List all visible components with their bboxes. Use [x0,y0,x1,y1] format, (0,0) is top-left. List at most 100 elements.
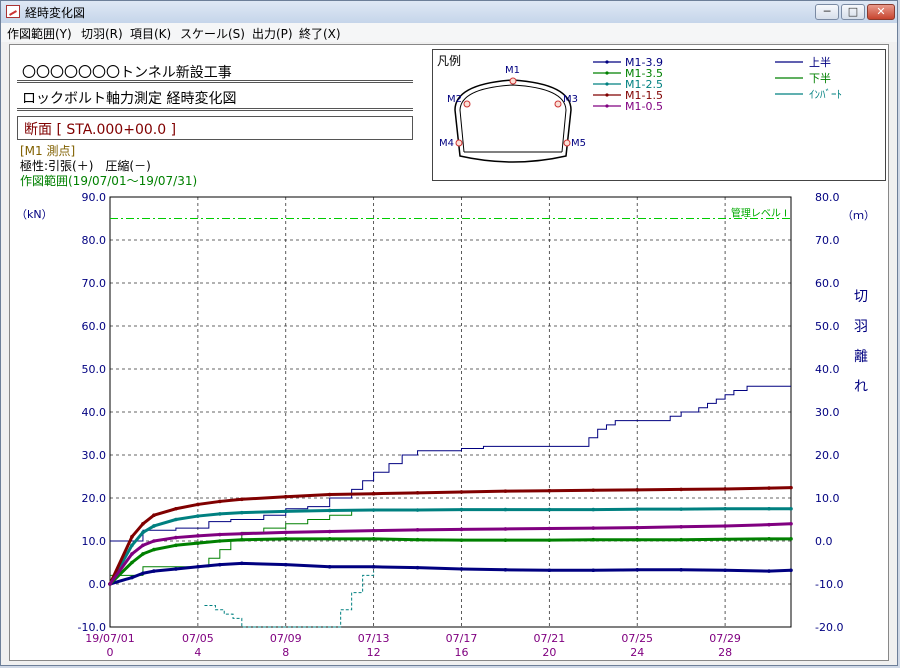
series-line-M1-3.9 [109,561,792,586]
x-tick-day-label: 16 [454,646,468,659]
data-point-M1-3.5 [283,537,288,541]
x-tick-label: 19/07/01 [85,632,134,645]
y2-axis-label-char: 切 [854,289,868,305]
x-tick-day-label: 4 [194,646,201,659]
y-tick-label: 0.0 [89,578,107,591]
data-point-M1-3.5 [218,539,222,543]
data-point-M1-3.5 [459,538,464,542]
y2-tick-label: 40.0 [815,363,840,376]
x-tick-label: 07/13 [358,632,390,645]
data-point-M1-3.9 [547,568,552,573]
data-point-M1-0.5 [591,526,596,530]
data-point-M1-2.5 [152,524,156,528]
data-point-M1-1.5 [283,494,288,499]
data-point-M1-3.5 [635,537,640,542]
x-tick-day-label: 20 [542,646,556,659]
y-axis-label: （kN） [16,208,53,221]
data-point-M1-1.5 [635,488,640,492]
data-point-M1-3.9 [218,562,222,567]
data-point-M1-3.5 [789,537,793,541]
x-tick-day-label: 12 [367,646,381,659]
data-point-M1-3.9 [789,568,793,573]
data-point-M1-1.5 [415,491,420,495]
menu-face[interactable]: 切羽(R) [81,25,123,42]
y2-tick-label: 60.0 [815,277,840,290]
data-point-M1-3.9 [141,571,145,576]
data-point-M1-3.5 [130,560,134,565]
data-point-M1-1.5 [327,492,332,497]
data-point-M1-3.5 [767,537,771,541]
x-tick-day-label: 8 [282,646,289,659]
data-point-M1-2.5 [218,512,222,516]
x-tick-label: 07/21 [534,632,566,645]
data-point-M1-3.9 [679,568,683,572]
data-point-M1-3.9 [591,568,596,573]
y-tick-label: 50.0 [82,363,107,376]
data-point-M1-0.5 [327,529,332,534]
y2-axis-label-char: 離 [854,348,868,365]
data-point-M1-3.9 [723,568,727,573]
data-point-M1-0.5 [108,582,112,586]
y-tick-label: 20.0 [82,492,107,505]
chart-plot: 管理レベル I90.080.070.060.050.040.030.020.01… [16,191,875,659]
y2-axis-label-char: れ [854,379,868,395]
data-point-M1-3.9 [371,565,376,569]
control-level-label: 管理レベル I [731,207,787,220]
data-point-M1-3.5 [547,538,552,542]
data-point-M1-2.5 [371,508,376,512]
minimize-button[interactable]: ─ [815,4,839,20]
data-point-M1-3.5 [240,537,244,542]
chart-app-icon [6,5,20,18]
y-tick-label: 80.0 [82,234,107,247]
excavation-line-ｲﾝﾊﾞｰﾄ [204,571,375,628]
series-line-M1-2.5 [108,507,791,585]
data-point-M1-1.5 [141,522,145,526]
close-button[interactable]: ✕ [867,4,895,20]
data-point-M1-2.5 [174,517,178,522]
menu-item[interactable]: 項目(K) [130,25,171,42]
data-point-M1-1.5 [503,489,508,493]
data-point-M1-0.5 [371,528,376,533]
data-point-M1-3.5 [174,543,178,548]
data-point-M1-2.5 [789,506,793,511]
data-point-M1-0.5 [240,531,244,536]
data-point-M1-0.5 [196,534,200,538]
menu-output[interactable]: 出力(P) [252,25,293,42]
data-point-M1-1.5 [240,497,244,502]
y-tick-label: 10.0 [82,535,107,548]
y2-tick-label: -20.0 [815,621,843,634]
data-point-M1-3.9 [503,568,508,572]
y-tick-label: 70.0 [82,277,107,290]
data-point-M1-3.5 [152,547,156,552]
data-point-M1-0.5 [679,525,683,529]
y2-axis-label: （ｍ） [842,209,875,222]
data-point-M1-1.5 [174,506,178,511]
chart-canvas: 〇〇〇〇〇〇〇トンネル新設工事 ロックボルト軸力測定 経時変化図 断面 [ ST… [9,44,889,661]
menu-plot-range[interactable]: 作図範囲(Y) [7,25,72,42]
x-tick-day-label: 24 [630,646,644,659]
menu-exit[interactable]: 終了(X) [299,25,341,42]
y2-tick-label: -10.0 [815,578,843,591]
excavation-line-上半 [110,385,791,542]
data-point-M1-1.5 [723,487,727,491]
y2-tick-label: 10.0 [815,492,840,505]
data-point-M1-2.5 [130,543,134,548]
y2-tick-label: 30.0 [815,406,840,419]
data-point-M1-3.5 [196,541,200,545]
data-point-M1-0.5 [174,535,178,540]
maximize-button[interactable]: □ [841,4,865,20]
data-point-M1-2.5 [591,507,596,512]
menu-scale[interactable]: スケール(S) [180,25,245,42]
data-point-M1-1.5 [789,485,793,490]
data-point-M1-3.5 [591,537,596,542]
data-point-M1-3.9 [130,575,134,580]
data-point-M1-3.9 [174,567,178,571]
data-point-M1-1.5 [591,488,596,493]
data-point-M1-0.5 [723,524,727,528]
y2-axis-label-char: 羽 [854,319,868,335]
data-point-M1-3.5 [503,538,508,542]
data-point-M1-3.5 [415,537,420,542]
menu-bar: 作図範囲(Y) 切羽(R) 項目(K) スケール(S) 出力(P) 終了(X) [1,23,897,42]
title-bar[interactable]: 経時変化図 ─ □ ✕ [1,1,897,23]
x-tick-label: 07/29 [709,632,741,645]
